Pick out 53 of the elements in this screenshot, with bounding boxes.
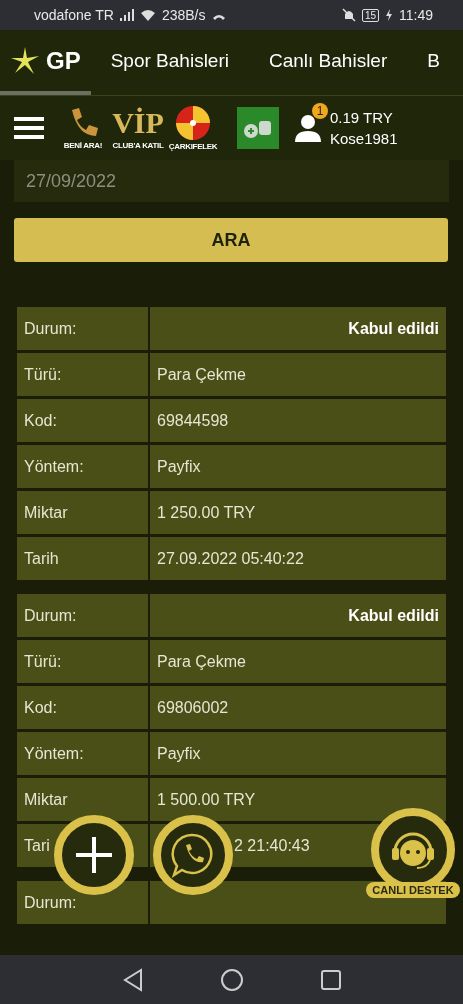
plus-icon: [74, 835, 114, 875]
status-value: Kabul edildi: [150, 594, 446, 637]
field-label: Kod:: [17, 686, 148, 729]
field-label: Miktar: [17, 491, 148, 534]
date-field[interactable]: 27/09/2022: [14, 160, 449, 202]
menu-icon[interactable]: [14, 117, 44, 139]
promo-link[interactable]: ÇARKIFELEK: [168, 105, 218, 151]
balance: 0.19 TRY: [330, 109, 394, 126]
signal-icon: [119, 9, 134, 21]
nav-tab[interactable]: Spor Bahisleri: [90, 30, 249, 95]
field-label: Durum:: [17, 594, 148, 637]
field-value: Para Çekme: [150, 353, 446, 396]
charging-icon: [385, 9, 393, 21]
field-value: 2 21:40:43: [234, 836, 310, 855]
field-value: 1 250.00 TRY: [150, 491, 446, 534]
notification-badge: 1: [312, 103, 328, 119]
field-value: Para Çekme: [150, 640, 446, 683]
field-label: Yöntem:: [17, 732, 148, 775]
field-value: 1 500.00 TRY: [150, 778, 446, 821]
field-label: Durum:: [17, 881, 148, 924]
nav-tab[interactable]: Canlı Bahisler: [248, 30, 408, 95]
field-label: Türü:: [17, 353, 148, 396]
nav-tab[interactable]: B: [407, 30, 460, 95]
username: Kose1981: [330, 130, 398, 147]
clock: 11:49: [399, 7, 433, 23]
carrier-name: vodafone TR: [34, 7, 114, 23]
home-icon[interactable]: [219, 967, 244, 992]
recents-icon[interactable]: [319, 968, 342, 991]
user-icon[interactable]: [294, 114, 322, 142]
field-label: Tari: [24, 836, 50, 855]
wifi-icon: [139, 9, 156, 21]
field-value: Payfix: [150, 732, 446, 775]
back-icon[interactable]: [121, 967, 144, 992]
status-value: Kabul edildi: [150, 307, 446, 350]
field-value: 69844598: [150, 399, 446, 442]
mute-bell-icon: [341, 8, 356, 22]
search-button[interactable]: ARA: [14, 218, 448, 262]
promo-link[interactable]: BENİ ARA!: [58, 106, 108, 150]
deposit-icon[interactable]: [237, 107, 279, 149]
field-label: Durum:: [17, 307, 148, 350]
wheel-icon: [175, 105, 211, 141]
field-label: Türü:: [17, 640, 148, 683]
field-label: Yöntem:: [17, 445, 148, 488]
field-label: Miktar: [17, 778, 148, 821]
field-value: 27.09.2022 05:40:22: [150, 537, 446, 580]
battery-level: 15: [361, 8, 379, 22]
chat-phone-icon: [171, 832, 215, 878]
field-label: Tarih: [17, 537, 148, 580]
network-speed: 238B/s: [161, 7, 206, 23]
field-value: Payfix: [150, 445, 446, 488]
field-value: 69806002: [150, 686, 446, 729]
promo-link[interactable]: VİP CLUB'A KATIL: [113, 106, 163, 150]
field-label: Kod:: [17, 399, 148, 442]
